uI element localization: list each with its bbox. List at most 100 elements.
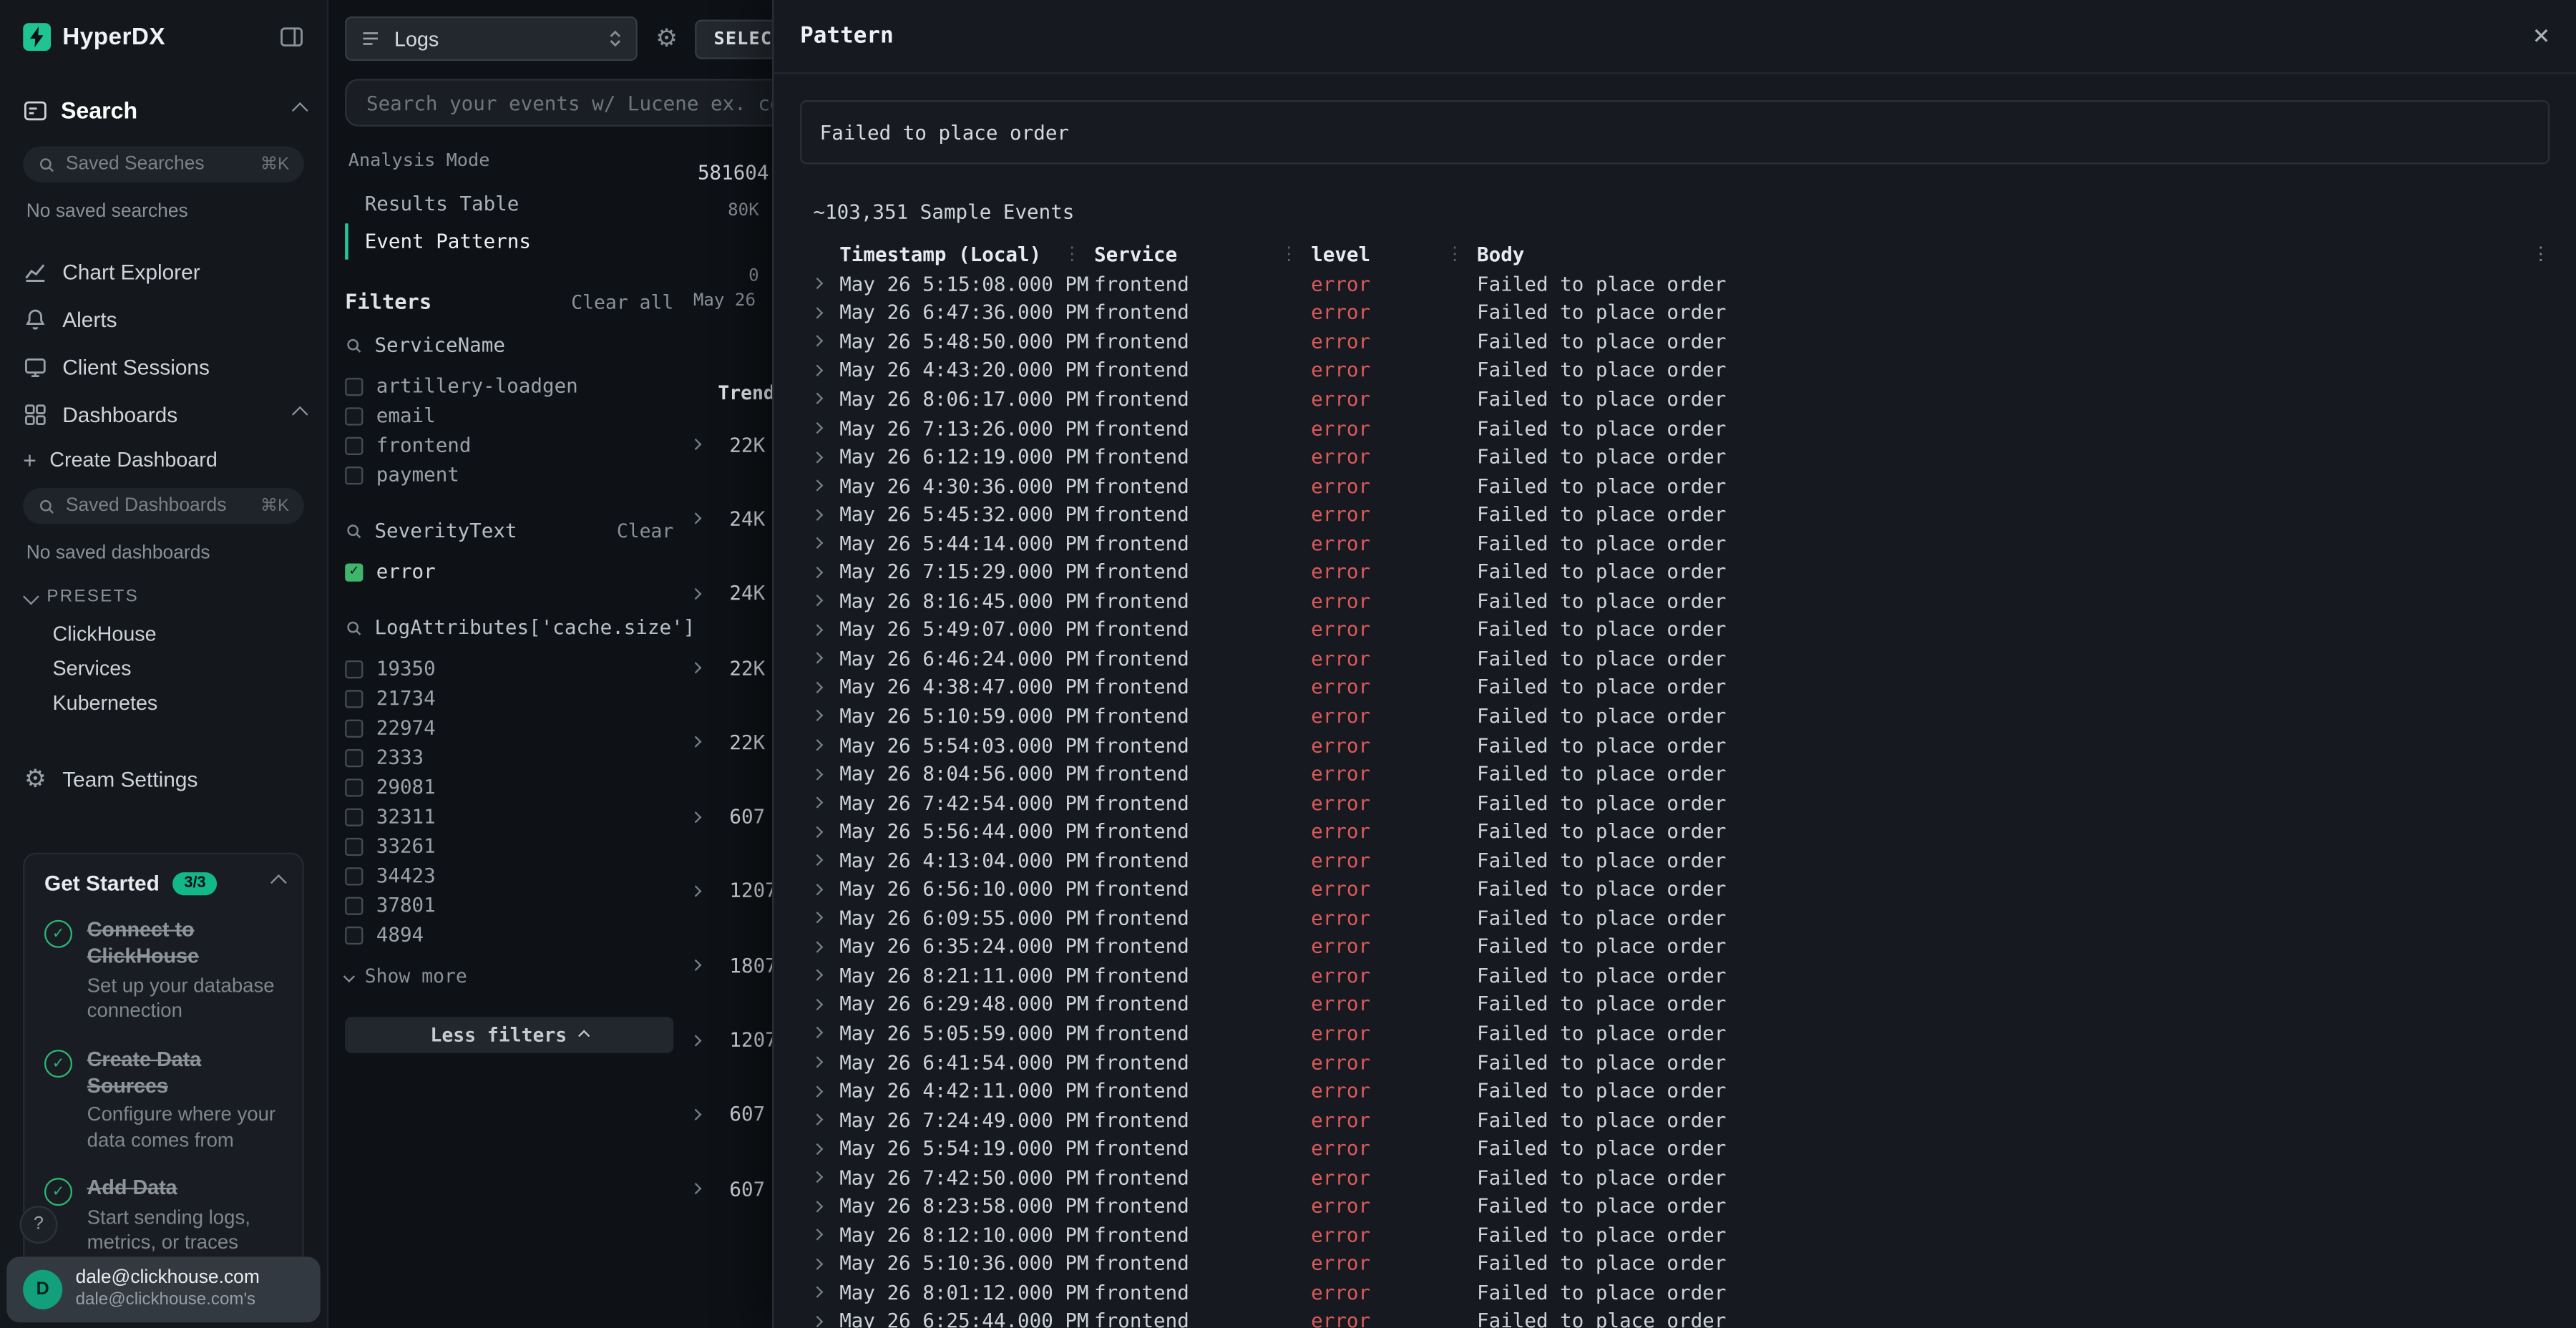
table-row[interactable]: May 26 6:25:44.000 PM frontend error Fai…	[774, 1307, 2576, 1328]
get-started-header[interactable]: Get Started 3/3	[44, 871, 283, 895]
row-expand-icon[interactable]	[811, 1287, 823, 1299]
table-row[interactable]: May 26 5:54:19.000 PM frontend error Fai…	[774, 1134, 2576, 1163]
create-dashboard-button[interactable]: + Create Dashboard	[23, 439, 304, 482]
get-started-item[interactable]: Add Data Start sending logs, metrics, or…	[44, 1175, 283, 1256]
filter-option[interactable]: email	[345, 401, 673, 430]
table-row[interactable]: May 26 5:48:50.000 PM frontend error Fai…	[774, 327, 2576, 356]
row-expand-icon[interactable]	[811, 451, 823, 462]
row-expand-icon[interactable]	[811, 797, 823, 809]
pattern-row[interactable]: 22K	[673, 407, 789, 482]
pattern-row[interactable]: 607	[673, 1151, 789, 1226]
row-expand-icon[interactable]	[811, 1229, 823, 1241]
saved-dashboards-input[interactable]: Saved Dashboards ⌘K	[23, 488, 304, 524]
table-row[interactable]: May 26 5:45:32.000 PM frontend error Fai…	[774, 500, 2576, 529]
row-expand-icon[interactable]	[811, 278, 823, 290]
row-expand-icon[interactable]	[811, 1027, 823, 1039]
pattern-row[interactable]: 24K	[673, 482, 789, 556]
row-expand-icon[interactable]	[811, 336, 823, 347]
filter-checkbox[interactable]	[345, 377, 363, 395]
row-expand-icon[interactable]	[811, 1201, 823, 1212]
table-row[interactable]: May 26 6:56:10.000 PM frontend error Fai…	[774, 875, 2576, 904]
row-expand-icon[interactable]	[690, 811, 701, 822]
pattern-row[interactable]: 1807	[673, 928, 789, 1002]
row-expand-icon[interactable]	[811, 307, 823, 318]
preset-dashboard-item[interactable]: ClickHouse	[23, 616, 304, 650]
sidebar-collapse-icon[interactable]	[279, 24, 303, 49]
row-expand-icon[interactable]	[690, 960, 701, 971]
clear-all-filters-link[interactable]: Clear all	[571, 290, 673, 313]
filter-option[interactable]: 4894	[345, 920, 673, 949]
filter-checkbox[interactable]	[345, 896, 363, 914]
row-expand-icon[interactable]	[811, 624, 823, 635]
table-row[interactable]: May 26 4:38:47.000 PM frontend error Fai…	[774, 673, 2576, 702]
filter-group-header[interactable]: LogAttributes['cache.size']	[345, 616, 673, 639]
row-expand-icon[interactable]	[811, 422, 823, 434]
saved-searches-input[interactable]: Saved Searches ⌘K	[23, 146, 304, 182]
table-row[interactable]: May 26 7:24:49.000 PM frontend error Fai…	[774, 1105, 2576, 1134]
table-row[interactable]: May 26 7:15:29.000 PM frontend error Fai…	[774, 557, 2576, 586]
table-row[interactable]: May 26 7:42:50.000 PM frontend error Fai…	[774, 1163, 2576, 1191]
row-expand-icon[interactable]	[690, 662, 701, 673]
row-expand-icon[interactable]	[811, 394, 823, 405]
row-expand-icon[interactable]	[811, 854, 823, 866]
filter-option[interactable]: 33261	[345, 831, 673, 861]
row-expand-icon[interactable]	[811, 364, 823, 376]
row-expand-icon[interactable]	[811, 826, 823, 837]
row-expand-icon[interactable]	[811, 682, 823, 693]
filter-checkbox[interactable]	[345, 562, 363, 580]
row-expand-icon[interactable]	[811, 537, 823, 549]
table-row[interactable]: May 26 5:15:08.000 PM frontend error Fai…	[774, 270, 2576, 298]
filter-group-header[interactable]: ServiceName	[345, 333, 673, 356]
filter-option[interactable]: 2333	[345, 743, 673, 772]
column-header-service[interactable]: Service	[1094, 243, 1177, 265]
filter-checkbox[interactable]	[345, 926, 363, 944]
table-row[interactable]: May 26 8:23:58.000 PM frontend error Fai…	[774, 1192, 2576, 1221]
table-row[interactable]: May 26 4:42:11.000 PM frontend error Fai…	[774, 1077, 2576, 1105]
row-expand-icon[interactable]	[690, 513, 701, 524]
row-expand-icon[interactable]	[811, 566, 823, 577]
row-expand-icon[interactable]	[811, 1316, 823, 1327]
row-expand-icon[interactable]	[811, 999, 823, 1010]
filter-checkbox[interactable]	[345, 807, 363, 825]
column-header-timestamp[interactable]: Timestamp (Local)	[839, 243, 1041, 265]
filter-option[interactable]: 29081	[345, 772, 673, 801]
get-started-item[interactable]: Create Data Sources Configure where your…	[44, 1046, 283, 1154]
sidebar-item-team-settings[interactable]: ⚙ Team Settings	[23, 756, 304, 804]
row-expand-icon[interactable]	[811, 739, 823, 751]
table-row[interactable]: May 26 6:41:54.000 PM frontend error Fai…	[774, 1048, 2576, 1076]
row-expand-icon[interactable]	[690, 439, 701, 450]
table-row[interactable]: May 26 8:01:12.000 PM frontend error Fai…	[774, 1279, 2576, 1307]
filter-checkbox[interactable]	[345, 436, 363, 454]
row-expand-icon[interactable]	[811, 941, 823, 952]
filter-checkbox[interactable]	[345, 748, 363, 766]
sidebar-item-alerts[interactable]: Alerts	[23, 296, 304, 343]
source-settings-gear-icon[interactable]: ⚙	[655, 26, 678, 51]
table-row[interactable]: May 26 5:54:03.000 PM frontend error Fai…	[774, 731, 2576, 759]
row-expand-icon[interactable]	[811, 595, 823, 607]
table-row[interactable]: May 26 5:05:59.000 PM frontend error Fai…	[774, 1019, 2576, 1048]
row-expand-icon[interactable]	[690, 736, 701, 748]
pattern-row[interactable]: 1207	[673, 854, 789, 928]
filter-checkbox[interactable]	[345, 466, 363, 484]
get-started-item[interactable]: Connect to ClickHouse Set up your databa…	[44, 917, 283, 1025]
less-filters-button[interactable]: Less filters	[345, 1017, 673, 1053]
table-row[interactable]: May 26 7:42:54.000 PM frontend error Fai…	[774, 788, 2576, 817]
sidebar-item-chart-explorer[interactable]: Chart Explorer	[23, 248, 304, 296]
filter-checkbox[interactable]	[345, 778, 363, 796]
row-expand-icon[interactable]	[811, 480, 823, 492]
pattern-row[interactable]: 22K	[673, 705, 789, 779]
filter-option[interactable]: 22974	[345, 713, 673, 742]
table-row[interactable]: May 26 5:10:36.000 PM frontend error Fai…	[774, 1249, 2576, 1278]
filter-option[interactable]: 19350	[345, 654, 673, 683]
row-expand-icon[interactable]	[690, 1034, 701, 1045]
column-resize-handle[interactable]: ⋮	[1280, 243, 1298, 265]
table-row[interactable]: May 26 5:44:14.000 PM frontend error Fai…	[774, 529, 2576, 557]
pattern-row[interactable]: 607	[673, 1077, 789, 1151]
table-row[interactable]: May 26 8:16:45.000 PM frontend error Fai…	[774, 587, 2576, 615]
table-row[interactable]: May 26 5:56:44.000 PM frontend error Fai…	[774, 817, 2576, 846]
pattern-row[interactable]: 607	[673, 779, 789, 854]
search-section-header[interactable]: Search	[23, 97, 304, 123]
row-expand-icon[interactable]	[811, 912, 823, 924]
table-options-icon[interactable]: ⋮	[2532, 243, 2563, 265]
table-row[interactable]: May 26 8:04:56.000 PM frontend error Fai…	[774, 759, 2576, 788]
